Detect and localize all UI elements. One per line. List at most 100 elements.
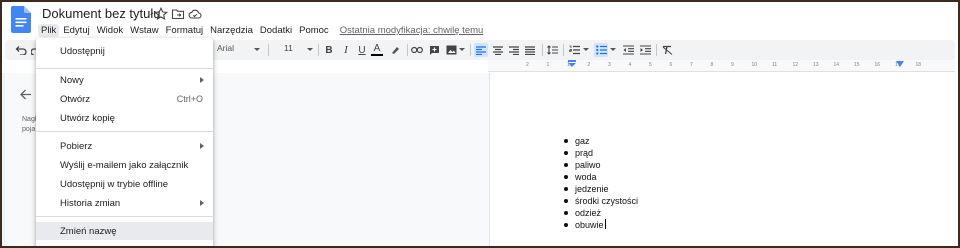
horizontal-ruler[interactable]: 2 1 1 2 3 4 5 6 7 8 9 10 11 12 13 14 15 16 17 18 xyxy=(488,60,955,72)
toolbar-divider xyxy=(656,44,657,56)
text-color-button[interactable]: A xyxy=(371,43,383,56)
submenu-arrow-icon xyxy=(200,77,204,83)
insert-image-icon[interactable] xyxy=(445,43,457,57)
chevron-down-icon[interactable] xyxy=(253,43,261,57)
line-spacing-icon[interactable] xyxy=(546,43,558,57)
list-item[interactable]: środki czystości xyxy=(564,195,638,207)
decrease-indent-icon[interactable] xyxy=(621,43,635,57)
menu-item-label: Zmień nazwę xyxy=(60,225,117,237)
menu-format[interactable]: Formatuj xyxy=(163,24,206,37)
file-menu-rename[interactable]: Zmień nazwę xyxy=(36,222,213,240)
menu-item-label: Udostępnij w trybie offline xyxy=(60,178,169,190)
font-select[interactable]: Arial xyxy=(217,43,234,53)
toolbar-divider xyxy=(542,44,543,56)
chevron-down-icon[interactable] xyxy=(458,43,466,57)
submenu-arrow-icon xyxy=(200,143,204,149)
menu-item-label: Historia zmian xyxy=(60,197,121,209)
menu-item-label: Pobierz xyxy=(60,140,93,152)
align-center-button[interactable] xyxy=(491,43,505,57)
list-item[interactable]: obuwie xyxy=(564,219,638,231)
ruler-number: 4 xyxy=(628,62,632,68)
docs-logo-icon[interactable] xyxy=(11,6,31,33)
highlight-pen-icon[interactable] xyxy=(389,43,401,57)
arrow-back-icon[interactable] xyxy=(20,88,32,103)
ruler-number: 3 xyxy=(608,62,611,68)
last-edit-link[interactable]: Ostatnia modyfikacja: chwilę temu xyxy=(340,25,484,36)
file-menu-share[interactable]: Udostępnij xyxy=(36,42,213,60)
ruler-number: 1 xyxy=(567,62,570,68)
menu-insert[interactable]: Wstaw xyxy=(127,24,162,37)
file-menu-offline[interactable]: Udostępnij w trybie offline xyxy=(36,175,213,193)
justify-button[interactable] xyxy=(523,43,537,57)
ruler-number: 8 xyxy=(710,62,714,68)
move-to-folder-icon[interactable] xyxy=(171,7,185,21)
increase-indent-icon[interactable] xyxy=(638,43,652,57)
outline-text-line: poja xyxy=(22,126,36,133)
bulleted-list[interactable]: gaz prąd paliwo woda jedzenie środki czy… xyxy=(564,135,638,231)
list-item-text[interactable]: obuwie xyxy=(575,220,604,230)
underline-button[interactable]: U xyxy=(356,43,368,57)
file-menu-open[interactable]: Otwórz Ctrl+O xyxy=(36,90,213,108)
file-menu-make-copy[interactable]: Utwórz kopię xyxy=(36,109,213,127)
menu-divider xyxy=(36,131,213,132)
numbered-list-icon[interactable] xyxy=(567,43,581,57)
list-item[interactable]: paliwo xyxy=(564,159,638,171)
ruler-number: 9 xyxy=(731,62,734,68)
chevron-down-icon[interactable] xyxy=(306,43,314,57)
list-item[interactable]: jedzenie xyxy=(564,183,638,195)
star-icon[interactable] xyxy=(154,7,168,21)
file-menu-version-history[interactable]: Historia zmian xyxy=(36,194,213,212)
ruler-number: 1 xyxy=(546,62,550,68)
add-comment-icon[interactable] xyxy=(428,43,440,57)
title-bar: Dokument bez tytułu Plik Edytuj Widok Ws… xyxy=(0,0,960,40)
file-menu-email-attachment[interactable]: Wyślij e-mailem jako załącznik xyxy=(36,156,213,174)
menu-item-label: Udostępnij xyxy=(60,45,105,57)
list-item[interactable]: gaz xyxy=(564,135,638,147)
undo-icon[interactable] xyxy=(14,43,28,57)
font-size-select[interactable]: 11 xyxy=(284,43,293,53)
italic-button[interactable]: I xyxy=(340,43,352,57)
menu-item-label: Utwórz kopię xyxy=(60,112,115,124)
ruler-number: 14 xyxy=(833,62,840,68)
bold-button[interactable]: B xyxy=(323,43,335,57)
menu-addons[interactable]: Dodatki xyxy=(257,24,295,37)
clear-formatting-icon[interactable] xyxy=(660,43,674,57)
toolbar-divider xyxy=(407,44,408,56)
menu-view[interactable]: Widok xyxy=(94,24,126,37)
menu-item-label: Otwórz xyxy=(60,93,91,105)
file-menu-download[interactable]: Pobierz xyxy=(36,137,213,155)
document-page[interactable]: gaz prąd paliwo woda jedzenie środki czy… xyxy=(489,73,955,246)
toolbar-divider xyxy=(470,44,471,56)
menu-bar: Plik Edytuj Widok Wstaw Formatuj Narzędz… xyxy=(38,23,483,38)
ruler-number: 16 xyxy=(874,62,881,68)
menu-file[interactable]: Plik xyxy=(38,24,60,37)
list-item[interactable]: prąd xyxy=(564,147,638,159)
toolbar-divider xyxy=(563,44,564,56)
text-cursor xyxy=(604,219,606,229)
link-icon[interactable] xyxy=(411,43,423,57)
align-left-button[interactable] xyxy=(474,43,488,57)
menu-divider xyxy=(36,68,213,69)
cloud-saved-icon[interactable] xyxy=(188,7,202,21)
ruler-number: 18 xyxy=(915,62,922,68)
bulleted-list-button[interactable] xyxy=(594,43,608,57)
list-item[interactable]: woda xyxy=(564,171,638,183)
menu-item-label: Nowy xyxy=(60,74,84,86)
menu-edit[interactable]: Edytuj xyxy=(60,24,92,37)
document-title[interactable]: Dokument bez tytułu xyxy=(42,6,161,21)
outline-panel-text: Nagł poja xyxy=(22,115,36,135)
file-menu-new[interactable]: Nowy xyxy=(36,71,213,89)
ruler-number: 17 xyxy=(895,62,901,68)
menu-divider xyxy=(36,216,213,217)
menu-help[interactable]: Pomoc xyxy=(296,24,332,37)
ruler-number: 12 xyxy=(792,62,799,68)
menu-tools[interactable]: Narzędzia xyxy=(207,24,256,37)
chevron-down-icon[interactable] xyxy=(609,43,617,57)
ruler-numbers: 2 1 1 2 3 4 5 6 7 8 9 10 11 12 13 14 15 16 17 18 xyxy=(488,61,955,71)
ruler-number: 2 xyxy=(587,62,591,68)
ruler-number: 5 xyxy=(649,62,652,68)
list-item[interactable]: odzież xyxy=(564,207,638,219)
align-right-button[interactable] xyxy=(507,43,521,57)
outline-text-line: Nagł xyxy=(22,116,37,123)
chevron-down-icon[interactable] xyxy=(582,43,590,57)
